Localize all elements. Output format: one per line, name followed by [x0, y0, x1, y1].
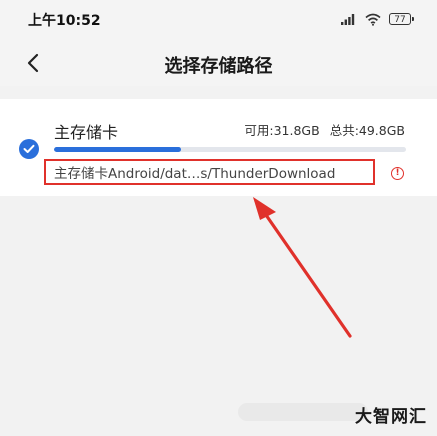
storage-path-text: 主存储卡Android/dat…s/ThunderDownload: [54, 166, 336, 182]
check-icon[interactable]: [19, 139, 39, 159]
status-bar: 上午10:52 77: [0, 0, 437, 40]
page-title: 选择存储路径: [164, 56, 273, 77]
bottom-bar: [238, 403, 368, 421]
battery-level: 77: [394, 15, 406, 25]
storage-path[interactable]: 主存储卡Android/dat…s/ThunderDownload: [44, 159, 375, 185]
info-icon[interactable]: !: [391, 167, 404, 180]
storage-capacity: 可用:31.8GB 总共:49.8GB: [244, 120, 405, 139]
app-header: 选择存储路径: [0, 40, 437, 86]
storage-usage-bar: [54, 147, 406, 152]
signal-icon: [341, 14, 355, 25]
storage-name: 主存储卡: [54, 123, 119, 142]
total-space: 总共:49.8GB: [329, 123, 405, 138]
status-icons: 77: [341, 11, 414, 27]
available-space: 可用:31.8GB: [244, 123, 320, 138]
storage-usage-fill: [54, 147, 181, 152]
status-time: 上午10:52: [28, 13, 101, 29]
battery-icon: 77: [389, 13, 414, 25]
checkmark-glyph: [23, 144, 35, 153]
watermark-text: 大智网汇: [355, 407, 427, 427]
storage-option[interactable]: 主存储卡 可用:31.8GB 总共:49.8GB 主存储卡Android/dat…: [0, 99, 437, 196]
wifi-icon: [365, 13, 381, 26]
